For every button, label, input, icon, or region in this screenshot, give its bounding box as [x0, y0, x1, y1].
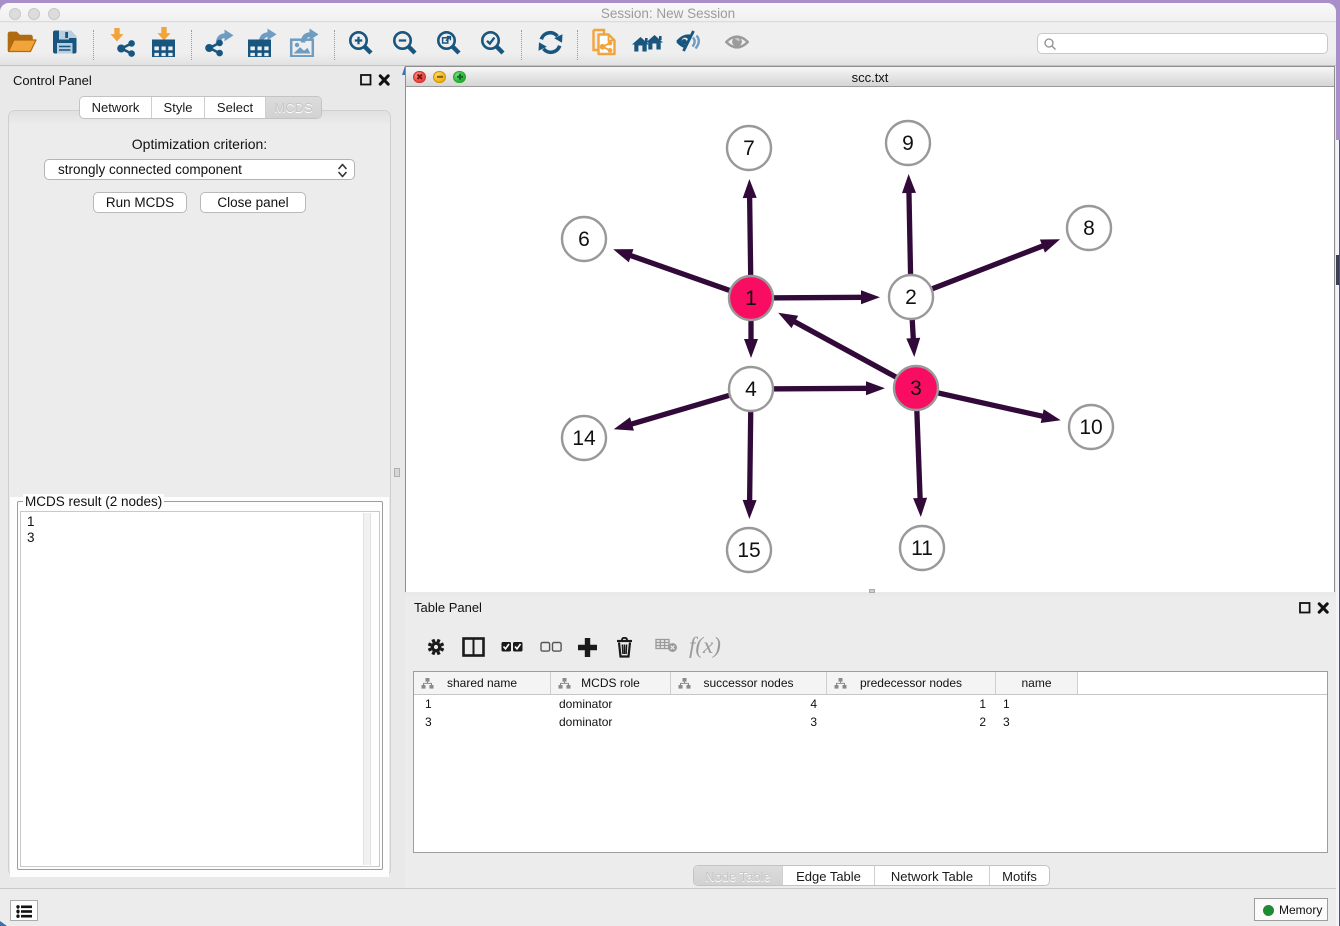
svg-text:9: 9 [902, 132, 914, 155]
svg-text:7: 7 [743, 137, 755, 160]
svg-text:15: 15 [737, 539, 760, 562]
svg-text:8: 8 [1083, 217, 1095, 240]
svg-text:10: 10 [1079, 416, 1102, 439]
svg-text:3: 3 [910, 377, 922, 400]
svg-text:2: 2 [905, 286, 917, 309]
svg-text:11: 11 [911, 537, 933, 560]
svg-text:6: 6 [578, 228, 590, 251]
svg-text:14: 14 [572, 427, 596, 450]
svg-text:4: 4 [745, 378, 757, 401]
svg-text:1: 1 [745, 287, 757, 310]
